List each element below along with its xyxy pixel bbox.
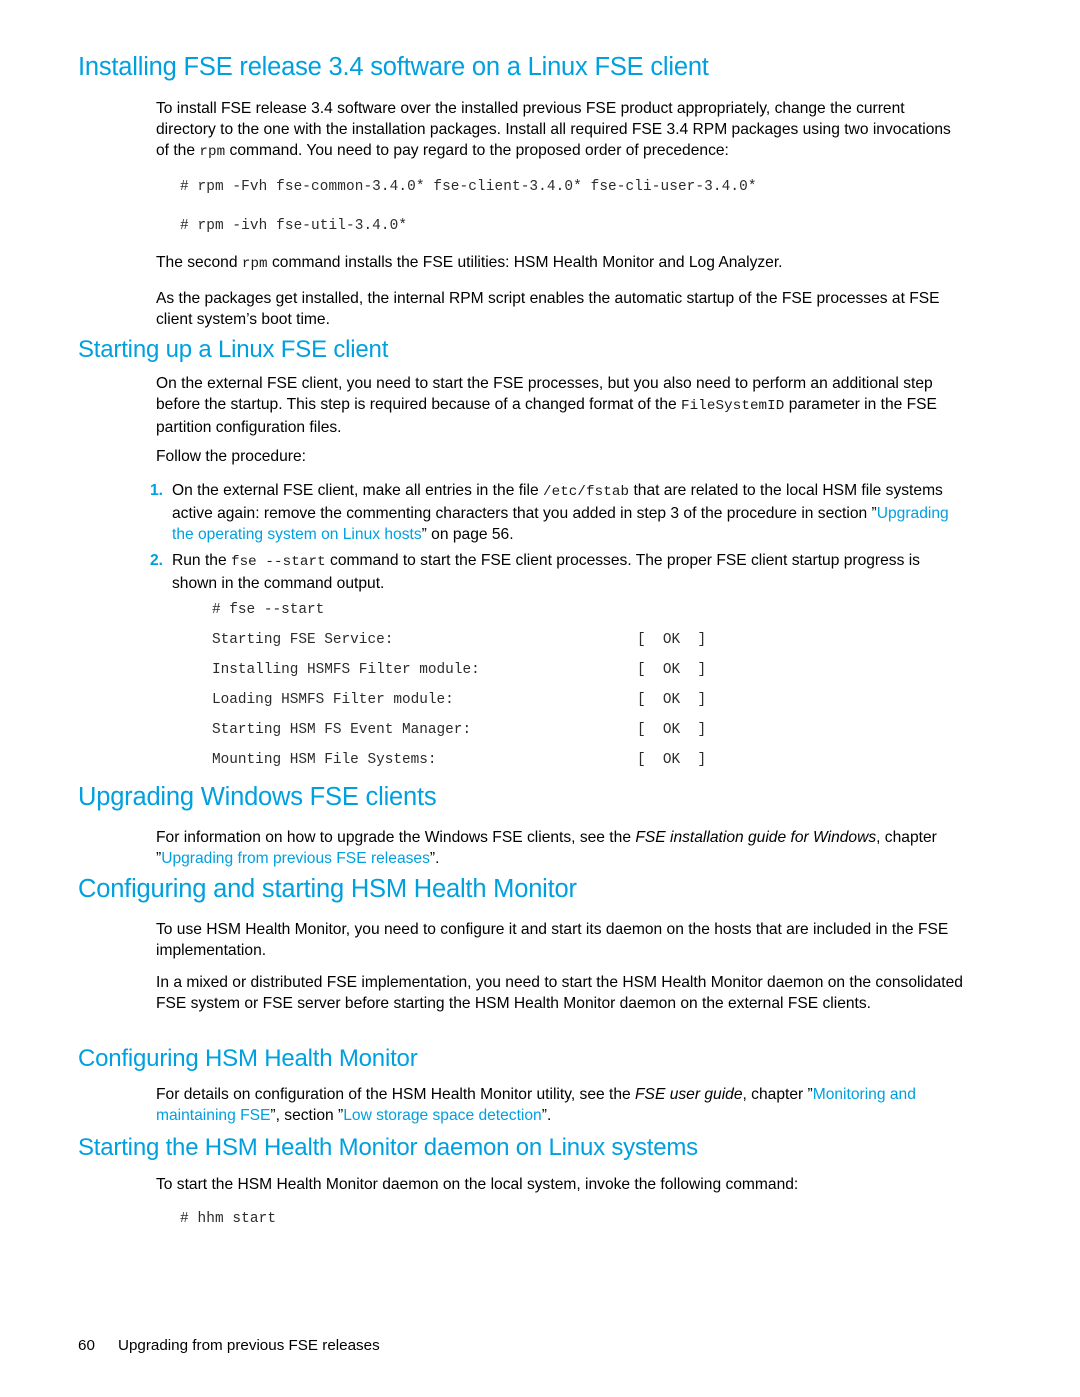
paragraph-hhm-configure-intro: To use HSM Health Monitor, you need to c…	[156, 921, 949, 960]
terminal-row: Starting FSE Service: [ OK ]	[212, 632, 832, 662]
inline-code-etc-fstab: /etc/fstab	[542, 484, 630, 500]
heading-starting-hsm-health-monitor-daemon: Starting the HSM Health Monitor daemon o…	[78, 1134, 698, 1161]
heading-configuring-hsm-health-monitor: Configuring HSM Health Monitor	[78, 1045, 418, 1072]
footer-page-number: 60	[78, 1337, 95, 1354]
terminal-row: Installing HSMFS Filter module: [ OK ]	[212, 662, 832, 692]
code-block-rpm-fvh: # rpm -Fvh fse-common-3.4.0* fse-client-…	[180, 179, 757, 195]
terminal-row-status: [ OK ]	[637, 632, 707, 648]
terminal-row: Mounting HSM File Systems: [ OK ]	[212, 752, 832, 782]
terminal-row-label: Mounting HSM File Systems:	[212, 752, 437, 768]
terminal-row: Loading HSMFS Filter module: [ OK ]	[212, 692, 832, 722]
text-segment: For information on how to upgrade the Wi…	[156, 829, 636, 846]
terminal-row-status: [ OK ]	[637, 722, 707, 738]
inline-code-rpm-2: rpm	[241, 256, 268, 272]
list-item-number: 2.	[150, 551, 164, 569]
italic-title-fse-user-guide: FSE user guide	[635, 1086, 743, 1103]
footer-chapter-title: Upgrading from previous FSE releases	[118, 1337, 380, 1354]
text-segment: ”.	[429, 850, 440, 868]
paragraph-second-rpm: The second rpm command installs the FSE …	[156, 252, 976, 275]
paragraph-start-hhm-daemon: To start the HSM Health Monitor daemon o…	[156, 1176, 799, 1193]
paragraph-rpm-autostart: As the packages get installed, the inter…	[156, 290, 940, 329]
text-segment: ”.	[541, 1107, 552, 1125]
list-item-number: 1.	[150, 482, 164, 499]
terminal-row-label: Loading HSMFS Filter module:	[212, 692, 454, 708]
terminal-row-label: Starting FSE Service:	[212, 632, 394, 648]
text-segment: Run the	[172, 551, 231, 569]
paragraph-hhm-config-reference: For details on configuration of the HSM …	[156, 1084, 976, 1126]
code-block-rpm-ivh: # rpm -ivh fse-util-3.4.0*	[180, 218, 408, 234]
terminal-command: # fse --start	[212, 602, 325, 618]
text-segment: On the external FSE client, make all ent…	[172, 482, 543, 499]
text-segment: command installs the FSE utilities: HSM …	[267, 254, 783, 271]
document-page: Installing FSE release 3.4 software on a…	[0, 0, 1080, 1397]
italic-title-fse-installation-guide: FSE installation guide for Windows	[635, 829, 877, 846]
paragraph-install-intro: To install FSE release 3.4 software over…	[156, 98, 966, 164]
heading-upgrading-windows-fse-clients: Upgrading Windows FSE clients	[78, 783, 437, 811]
terminal-output-block: # fse --start Starting FSE Service: [ OK…	[212, 602, 832, 782]
list-item: 1. On the external FSE client, make all …	[150, 480, 975, 546]
procedure-list: 1. On the external FSE client, make all …	[150, 480, 975, 594]
text-segment: ”, section ”	[270, 1107, 344, 1125]
heading-starting-up-linux-fse-client: Starting up a Linux FSE client	[78, 336, 389, 363]
text-segment: ” on page 56.	[421, 526, 514, 544]
inline-code-filesystemid: FileSystemID	[681, 398, 785, 415]
paragraph-startup-intro: On the external FSE client, you need to …	[156, 373, 968, 439]
cross-reference-link-low-storage-space-detection[interactable]: Low storage space detection	[343, 1107, 542, 1124]
paragraph-hhm-mixed-distributed: In a mixed or distributed FSE implementa…	[156, 974, 963, 1013]
terminal-row-status: [ OK ]	[637, 692, 707, 708]
terminal-row: Starting HSM FS Event Manager: [ OK ]	[212, 722, 832, 752]
terminal-row-label: Installing HSMFS Filter module:	[212, 662, 480, 678]
paragraph-follow-procedure: Follow the procedure:	[156, 448, 306, 465]
list-item-text: Run the fse --start command to start the…	[172, 550, 962, 594]
inline-code-rpm: rpm	[199, 144, 226, 161]
text-segment: The second	[156, 254, 242, 271]
text-segment: , chapter ”	[742, 1086, 813, 1103]
list-item-text: On the external FSE client, make all ent…	[172, 480, 972, 546]
inline-code-fse-start: fse --start	[230, 553, 326, 570]
text-segment: For details on configuration of the HSM …	[156, 1086, 636, 1103]
list-item: 2. Run the fse --start command to start …	[150, 550, 975, 594]
text-segment: command. You need to pay regard to the p…	[225, 142, 729, 160]
terminal-command-line: # fse --start	[212, 602, 832, 632]
terminal-row-label: Starting HSM FS Event Manager:	[212, 722, 472, 738]
cross-reference-link-upgrading-from-previous[interactable]: Upgrading from previous FSE releases	[161, 850, 430, 867]
paragraph-windows-upgrade-ref: For information on how to upgrade the Wi…	[156, 827, 986, 869]
code-block-hhm-start: # hhm start	[180, 1211, 277, 1227]
terminal-row-status: [ OK ]	[637, 752, 707, 768]
heading-configuring-starting-hsm-health-monitor: Configuring and starting HSM Health Moni…	[78, 875, 577, 903]
terminal-row-status: [ OK ]	[637, 662, 707, 678]
heading-installing-fse: Installing FSE release 3.4 software on a…	[78, 53, 709, 81]
